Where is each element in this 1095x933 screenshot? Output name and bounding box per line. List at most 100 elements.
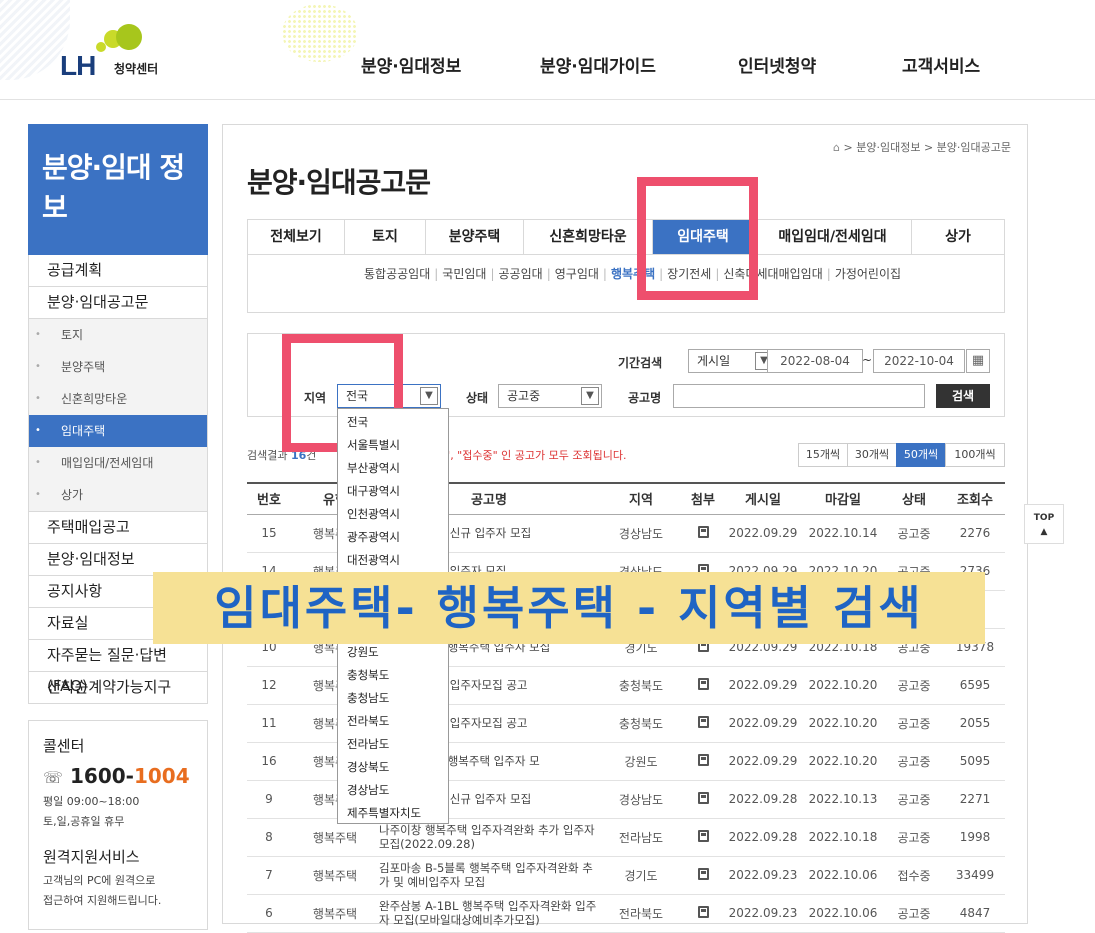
header-dots-decoration [282, 4, 358, 62]
cell-deadline: 2022.10.20 [803, 666, 883, 705]
call-hours-holiday: 토,일,공휴일 휴무 [43, 815, 125, 828]
status-select[interactable]: 공고중 ▼ [498, 384, 602, 408]
region-option[interactable]: 충청북도 [338, 664, 448, 687]
cell-no: 12 [247, 666, 291, 705]
col-deadline[interactable]: 마감일 [803, 482, 883, 515]
subtab-daycare[interactable]: 가정어린이집 [835, 267, 901, 281]
rental-subtabs: 통합공공임대 | 국민임대 | 공공임대 | 영구임대 | 행복주택 | 장기전세 | 신축다세대매입임… [247, 255, 1005, 313]
col-status[interactable]: 상태 [883, 482, 945, 515]
cell-post-date: 2022.09.29 [723, 742, 803, 781]
lnb-item-purchase-notice[interactable]: 주택매입공고 [28, 512, 208, 544]
cell-title[interactable]: 완주삼봉 A-1BL 행복주택 입주자격완화 입주자 모집(모바일대상예비추가모… [379, 894, 599, 933]
region-option[interactable]: 전라남도 [338, 733, 448, 756]
lnb-sub-purchase-rental[interactable]: 매입임대/전세임대 [29, 447, 207, 479]
attachment-icon[interactable] [683, 704, 723, 743]
attachment-icon[interactable] [683, 666, 723, 705]
region-option[interactable]: 대구광역시 [338, 480, 448, 503]
calendar-icon[interactable]: ▦ [966, 349, 990, 373]
subtab-permanent[interactable]: 영구임대 [555, 267, 599, 281]
date-from-input[interactable]: 2022-08-04 [767, 349, 863, 373]
gnb-internet-apply[interactable]: 인터넷청약 [738, 52, 816, 77]
date-to-input[interactable]: 2022-10-04 [873, 349, 965, 373]
tab-sale-housing[interactable]: 분양주택 [426, 220, 524, 254]
cell-status: 공고중 [883, 704, 945, 743]
attachment-icon[interactable] [683, 742, 723, 781]
search-button[interactable]: 검색 [936, 384, 990, 408]
region-option[interactable]: 강원도 [338, 641, 448, 664]
scroll-top-button[interactable]: TOP ▲ [1024, 504, 1064, 544]
cell-status: 공고중 [883, 780, 945, 819]
cell-title[interactable]: 김포마송 B-5블록 행복주택 입주자격완화 추가 및 예비입주자 모집 [379, 856, 599, 895]
gnb-customer-service[interactable]: 고객서비스 [902, 52, 980, 77]
cell-no: 8 [247, 818, 291, 857]
cell-status: 공고중 [883, 742, 945, 781]
logo-dot-large [116, 24, 142, 50]
per-page-15[interactable]: 15개씩 [798, 443, 848, 467]
attachment-icon[interactable] [683, 514, 723, 553]
lnb-sub-land[interactable]: 토지 [29, 319, 207, 351]
tab-purchase-rental[interactable]: 매입임대/전세임대 [754, 220, 912, 254]
cell-no: 6 [247, 894, 291, 933]
cell-status: 공고중 [883, 514, 945, 553]
lnb-item-supply-plan[interactable]: 공급계획 [28, 255, 208, 287]
region-option[interactable]: 충청남도 [338, 687, 448, 710]
subtab-sep: | [602, 267, 607, 281]
lnb-item-notices[interactable]: 분양·임대공고문 [28, 287, 208, 319]
highlight-box-happy-housing [637, 177, 758, 300]
table-row[interactable]: 7 행복주택 김포마송 B-5블록 행복주택 입주자격완화 추가 및 예비입주자 모… [247, 856, 1005, 895]
attachment-icon[interactable] [683, 818, 723, 857]
region-option[interactable]: 제주특별자치도 [338, 802, 448, 825]
col-region[interactable]: 지역 [599, 482, 683, 515]
col-no[interactable]: 번호 [247, 482, 291, 515]
cell-deadline: 2022.10.18 [803, 818, 883, 857]
per-page-50[interactable]: 50개씩 [896, 443, 946, 467]
cell-region: 경상남도 [599, 780, 683, 819]
attachment-icon[interactable] [683, 780, 723, 819]
lnb-sub-rental-housing[interactable]: 임대주택 [29, 415, 207, 447]
cell-post-date: 2022.09.23 [723, 894, 803, 933]
tab-land[interactable]: 토지 [345, 220, 426, 254]
period-select[interactable]: 게시일 ▼ [688, 349, 776, 373]
lnb-sub-commercial[interactable]: 상가 [29, 479, 207, 511]
region-option[interactable]: 전라북도 [338, 710, 448, 733]
notice-name-input[interactable] [673, 384, 925, 408]
region-option[interactable]: 대전광역시 [338, 549, 448, 572]
breadcrumb: ⌂ > 분양·임대정보 > 분양·임대공고문 [833, 139, 1011, 155]
cell-deadline: 2022.10.14 [803, 514, 883, 553]
col-views[interactable]: 조회수 [945, 482, 1005, 515]
tab-all[interactable]: 전체보기 [248, 220, 345, 254]
lh-logo[interactable]: LH 청약센터 [60, 24, 200, 81]
lnb-sub-newlywed[interactable]: 신혼희망타운 [29, 383, 207, 415]
cell-views: 5095 [945, 742, 1005, 781]
attachment-icon[interactable] [683, 856, 723, 895]
subtab-integrated[interactable]: 통합공공임대 [364, 267, 430, 281]
caret-up-icon: ▲ [1040, 527, 1048, 537]
col-post-date[interactable]: 게시일 [723, 482, 803, 515]
col-attach[interactable]: 첨부 [683, 482, 723, 515]
lnb-sub-sale-housing[interactable]: 분양주택 [29, 351, 207, 383]
table-row[interactable]: 6 행복주택 완주삼봉 A-1BL 행복주택 입주자격완화 입주자 모집(모바일대상… [247, 894, 1005, 933]
region-option[interactable]: 전국 [338, 411, 448, 434]
home-icon[interactable]: ⌂ [833, 141, 840, 154]
cell-deadline: 2022.10.13 [803, 780, 883, 819]
lnb-item-first-come[interactable]: 선착순계약가능지구 [28, 672, 208, 704]
region-option[interactable]: 부산광역시 [338, 457, 448, 480]
gnb-sale-rent-guide[interactable]: 분양·임대가이드 [540, 52, 656, 77]
region-option[interactable]: 광주광역시 [338, 526, 448, 549]
region-option[interactable]: 인천광역시 [338, 503, 448, 526]
tab-commercial[interactable]: 상가 [912, 220, 1004, 254]
lnb-item-faq[interactable]: 자주묻는 질문·답변(FAQ) [28, 640, 208, 695]
cell-views: 4847 [945, 894, 1005, 933]
region-option[interactable]: 경상남도 [338, 779, 448, 802]
region-option[interactable]: 경상북도 [338, 756, 448, 779]
subtab-national[interactable]: 국민임대 [442, 267, 486, 281]
tab-newlywed[interactable]: 신혼희망타운 [524, 220, 653, 254]
top-label: TOP [1033, 513, 1055, 523]
gnb-sale-rent-info[interactable]: 분양·임대정보 [361, 52, 461, 77]
subtab-public[interactable]: 공공임대 [499, 267, 543, 281]
region-option[interactable]: 서울특별시 [338, 434, 448, 457]
remote-desc-1: 고객님의 PC에 원격으로 [43, 874, 156, 887]
per-page-30[interactable]: 30개씩 [847, 443, 897, 467]
attachment-icon[interactable] [683, 894, 723, 933]
per-page-100[interactable]: 100개씩 [945, 443, 1005, 467]
